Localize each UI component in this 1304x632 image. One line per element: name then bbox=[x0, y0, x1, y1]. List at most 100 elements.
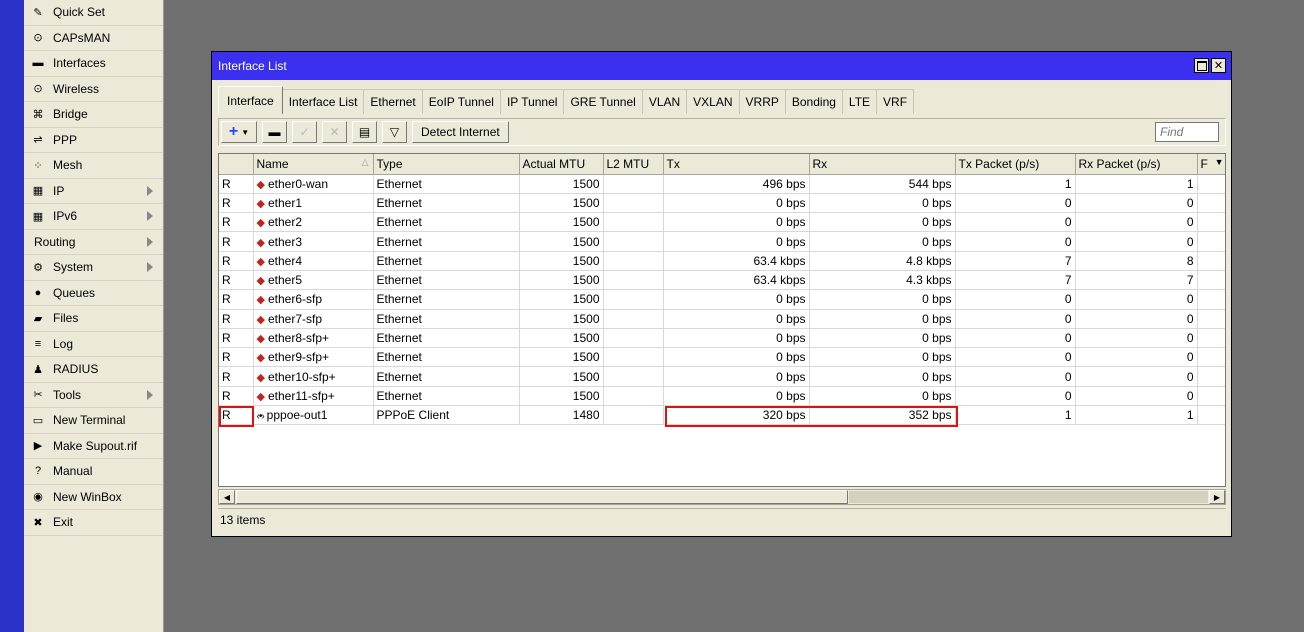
cell-name: ◆ ether10-sfp+ bbox=[253, 366, 374, 387]
menu-item-tools[interactable]: ✂ Tools bbox=[24, 383, 163, 408]
column-header-type[interactable]: Type bbox=[373, 154, 520, 175]
menu-item-ppp[interactable]: ⇌ PPP bbox=[24, 128, 163, 153]
table-row[interactable]: R ◆ ether8-sfp+ Ethernet 1500 0 bps 0 bps 0 0 bbox=[219, 328, 1225, 349]
empty-row bbox=[219, 425, 1225, 444]
menu-item-wireless[interactable]: ⊙ Wireless bbox=[24, 77, 163, 102]
cross-icon: ✕ bbox=[329, 125, 340, 139]
table-row[interactable]: R ◆ ether5 Ethernet 1500 63.4 kbps 4.3 kbps 7 7 bbox=[219, 270, 1225, 291]
filter-button[interactable]: ▽ bbox=[382, 121, 407, 143]
cell-rxp: 8 bbox=[1075, 251, 1198, 271]
empty-cell bbox=[519, 483, 603, 486]
cell-rxp: 0 bbox=[1075, 347, 1198, 368]
menu-item-log[interactable]: ≡ Log bbox=[24, 332, 163, 357]
scroll-track[interactable] bbox=[849, 491, 1208, 503]
cell-flag: R bbox=[219, 193, 254, 214]
menu-item-ipv6[interactable]: ▦ IPv6 bbox=[24, 204, 163, 230]
menu-item-quick-set[interactable]: ✎ Quick Set bbox=[24, 0, 163, 26]
table-row[interactable]: R ◆ ether0-wan Ethernet 1500 496 bps 544 bps 1 1 bbox=[219, 174, 1225, 194]
maximize-button[interactable] bbox=[1194, 58, 1209, 73]
tab-bonding[interactable]: Bonding bbox=[785, 89, 843, 114]
menu-item-system[interactable]: ⚙ System bbox=[24, 255, 163, 281]
horizontal-scrollbar[interactable]: ◀ ▶ bbox=[218, 489, 1226, 505]
empty-cell bbox=[663, 463, 809, 482]
menu-item-exit[interactable]: ✖ Exit bbox=[24, 510, 163, 536]
column-menu-icon[interactable]: ▼ bbox=[1215, 157, 1224, 167]
table-row[interactable]: R ‹•› pppoe-out1 PPPoE Client 1480 320 bps 352… bbox=[219, 405, 1225, 426]
ethernet-interface-icon: ◆ bbox=[256, 333, 265, 346]
table-row[interactable]: R ◆ ether2 Ethernet 1500 0 bps 0 bps 0 0 bbox=[219, 212, 1225, 233]
tab-gre-tunnel[interactable]: GRE Tunnel bbox=[564, 89, 643, 114]
menu-item-make-supout-rif[interactable]: ▶ Make Supout.rif bbox=[24, 434, 163, 459]
column-header-f[interactable]: F ▼ bbox=[1197, 154, 1225, 175]
column-header-tx-packet-p-s-[interactable]: Tx Packet (p/s) bbox=[955, 154, 1076, 175]
tab-vrrp[interactable]: VRRP bbox=[739, 89, 786, 114]
cell-extra bbox=[1197, 347, 1225, 368]
ethernet-interface-icon: ◆ bbox=[256, 390, 265, 403]
table-row[interactable]: R ◆ ether9-sfp+ Ethernet 1500 0 bps 0 bps 0 0 bbox=[219, 347, 1225, 368]
menu-item-queues[interactable]: ● Queues bbox=[24, 281, 163, 306]
cell-rx: 0 bps bbox=[809, 193, 956, 214]
tab-eoip-tunnel[interactable]: EoIP Tunnel bbox=[422, 89, 501, 114]
menu-item-ip[interactable]: ▦ IP bbox=[24, 179, 163, 204]
scroll-left-icon[interactable]: ◀ bbox=[219, 490, 235, 504]
cell-name: ◆ ether1 bbox=[253, 193, 374, 214]
menu-item-radius[interactable]: ♟ RADIUS bbox=[24, 357, 163, 383]
cell-extra bbox=[1197, 289, 1225, 310]
column-header-rx[interactable]: Rx bbox=[809, 154, 956, 175]
cell-flag: R bbox=[219, 328, 254, 349]
menu-item-bridge[interactable]: ⌘ Bridge bbox=[24, 102, 163, 128]
detect-internet-button[interactable]: Detect Internet bbox=[412, 121, 509, 143]
tab-vlan[interactable]: VLAN bbox=[642, 89, 688, 114]
column-header-label: Tx Packet (p/s) bbox=[958, 156, 1040, 171]
close-button[interactable]: ✕ bbox=[1211, 58, 1226, 73]
tab-interface[interactable]: Interface bbox=[218, 86, 283, 114]
menu-item-capsman[interactable]: ⊙ CAPsMAN bbox=[24, 26, 163, 51]
column-header-rx-packet-p-s-[interactable]: Rx Packet (p/s) bbox=[1075, 154, 1198, 175]
table-row[interactable]: R ◆ ether4 Ethernet 1500 63.4 kbps 4.8 kbps 7 8 bbox=[219, 251, 1225, 271]
table-row[interactable]: R ◆ ether3 Ethernet 1500 0 bps 0 bps 0 0 bbox=[219, 231, 1225, 252]
empty-cell bbox=[219, 483, 253, 486]
menu-item-label: RADIUS bbox=[53, 362, 99, 377]
empty-cell bbox=[219, 444, 253, 463]
submenu-arrow-icon bbox=[147, 211, 153, 221]
menu-item-files[interactable]: ▰ Files bbox=[24, 306, 163, 332]
menu-item-mesh[interactable]: ⁘ Mesh bbox=[24, 153, 163, 179]
tab-interface-list[interactable]: Interface List bbox=[282, 89, 365, 114]
column-header-actual-mtu[interactable]: Actual MTU bbox=[519, 154, 604, 175]
menu-item-manual[interactable]: ? Manual bbox=[24, 459, 163, 485]
enable-button[interactable]: ✓ bbox=[292, 121, 317, 143]
table-row[interactable]: R ◆ ether11-sfp+ Ethernet 1500 0 bps 0 bps 0 0 bbox=[219, 386, 1225, 407]
tab-ethernet[interactable]: Ethernet bbox=[364, 89, 423, 114]
menu-item-routing[interactable]: Routing bbox=[24, 230, 163, 255]
tab-vrf[interactable]: VRF bbox=[877, 89, 915, 114]
cell-extra bbox=[1197, 212, 1225, 233]
menu-item-interfaces[interactable]: ▬ Interfaces bbox=[24, 51, 163, 77]
tab-ip-tunnel[interactable]: IP Tunnel bbox=[500, 89, 565, 114]
comment-button[interactable]: ▤ bbox=[352, 121, 377, 143]
column-header-tx[interactable]: Tx bbox=[663, 154, 810, 175]
scroll-right-icon[interactable]: ▶ bbox=[1209, 490, 1225, 504]
scroll-thumb[interactable] bbox=[236, 490, 848, 504]
column-header-l2-mtu[interactable]: L2 MTU bbox=[603, 154, 664, 175]
comment-icon: ▤ bbox=[358, 125, 371, 139]
column-header-label: Tx bbox=[666, 156, 680, 171]
menu-item-new-winbox[interactable]: ◉ New WinBox bbox=[24, 485, 163, 510]
add-button[interactable]: + ▼ bbox=[221, 121, 257, 143]
menu-item-label: Wireless bbox=[53, 81, 100, 96]
tab-vxlan[interactable]: VXLAN bbox=[687, 89, 740, 114]
find-input[interactable]: Find bbox=[1155, 122, 1219, 142]
column-header-flags[interactable] bbox=[219, 154, 254, 175]
column-header-label: Actual MTU bbox=[522, 156, 586, 171]
table-row[interactable]: R ◆ ether10-sfp+ Ethernet 1500 0 bps 0 bps 0 0 bbox=[219, 366, 1225, 387]
column-header-name[interactable]: Name △ bbox=[253, 154, 374, 175]
table-row[interactable]: R ◆ ether1 Ethernet 1500 0 bps 0 bps 0 0 bbox=[219, 193, 1225, 214]
table-row[interactable]: R ◆ ether7-sfp Ethernet 1500 0 bps 0 bps 0 0 bbox=[219, 309, 1225, 329]
disable-button[interactable]: ✕ bbox=[322, 121, 347, 143]
table-row[interactable]: R ◆ ether6-sfp Ethernet 1500 0 bps 0 bps 0 0 bbox=[219, 289, 1225, 310]
cell-extra bbox=[1197, 193, 1225, 214]
menu-item-new-terminal[interactable]: ▭ New Terminal bbox=[24, 408, 163, 434]
remove-button[interactable]: ▬ bbox=[262, 121, 287, 143]
cell-extra bbox=[1197, 231, 1225, 252]
window-title-bar[interactable]: Interface List ✕ bbox=[212, 52, 1231, 80]
tab-lte[interactable]: LTE bbox=[842, 89, 878, 114]
